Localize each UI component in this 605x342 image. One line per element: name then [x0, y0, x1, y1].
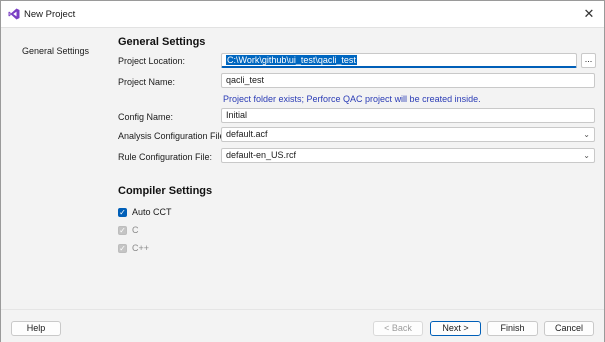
project-location-value: C:\Work\github\ui_test\qacli_test: [226, 55, 357, 65]
title-bar: New Project ✕: [1, 1, 604, 28]
rule-config-select[interactable]: default-en_US.rcf ⌄: [221, 148, 595, 163]
analysis-config-select[interactable]: default.acf ⌄: [221, 127, 595, 142]
finish-button[interactable]: Finish: [487, 321, 538, 336]
c-checkbox[interactable]: ✓ C: [118, 225, 139, 235]
new-project-dialog: New Project ✕ General Settings General S…: [0, 0, 605, 342]
project-location-input[interactable]: C:\Work\github\ui_test\qacli_test: [221, 53, 577, 68]
nav-item-general-settings[interactable]: General Settings: [22, 46, 89, 56]
chevron-down-icon: ⌄: [583, 151, 590, 160]
dialog-footer: Help < Back Next > Finish Cancel: [1, 309, 604, 342]
rule-config-label: Rule Configuration File:: [118, 152, 213, 162]
auto-cct-label: Auto CCT: [132, 207, 172, 217]
cancel-button[interactable]: Cancel: [544, 321, 594, 336]
checkmark-icon: ✓: [118, 243, 127, 253]
general-settings-heading: General Settings: [118, 36, 206, 48]
visual-studio-icon: [8, 8, 20, 20]
analysis-config-value: default.acf: [226, 129, 268, 139]
close-button[interactable]: ✕: [574, 1, 604, 27]
project-location-label: Project Location:: [118, 56, 186, 66]
analysis-config-label: Analysis Configuration File:: [118, 131, 228, 141]
config-name-input[interactable]: Initial: [221, 108, 595, 123]
checkmark-icon: ✓: [118, 225, 127, 235]
next-button[interactable]: Next >: [430, 321, 481, 336]
chevron-down-icon: ⌄: [583, 130, 590, 139]
project-name-label: Project Name:: [118, 77, 176, 87]
project-name-input[interactable]: qacli_test: [221, 73, 595, 88]
close-icon: ✕: [583, 6, 595, 21]
cpp-checkbox[interactable]: ✓ C++: [118, 243, 149, 253]
cpp-label: C++: [132, 243, 150, 253]
c-label: C: [132, 225, 139, 235]
auto-cct-checkbox[interactable]: ✓ Auto CCT: [118, 207, 172, 217]
checkmark-icon: ✓: [118, 207, 127, 217]
back-button[interactable]: < Back: [373, 321, 423, 336]
help-button[interactable]: Help: [11, 321, 61, 336]
window-title: New Project: [24, 9, 76, 20]
project-info-message: Project folder exists; Perforce QAC proj…: [223, 94, 481, 104]
config-name-label: Config Name:: [118, 112, 174, 122]
rule-config-value: default-en_US.rcf: [226, 150, 297, 160]
browse-button[interactable]: ...: [581, 53, 596, 68]
compiler-settings-heading: Compiler Settings: [118, 185, 213, 197]
